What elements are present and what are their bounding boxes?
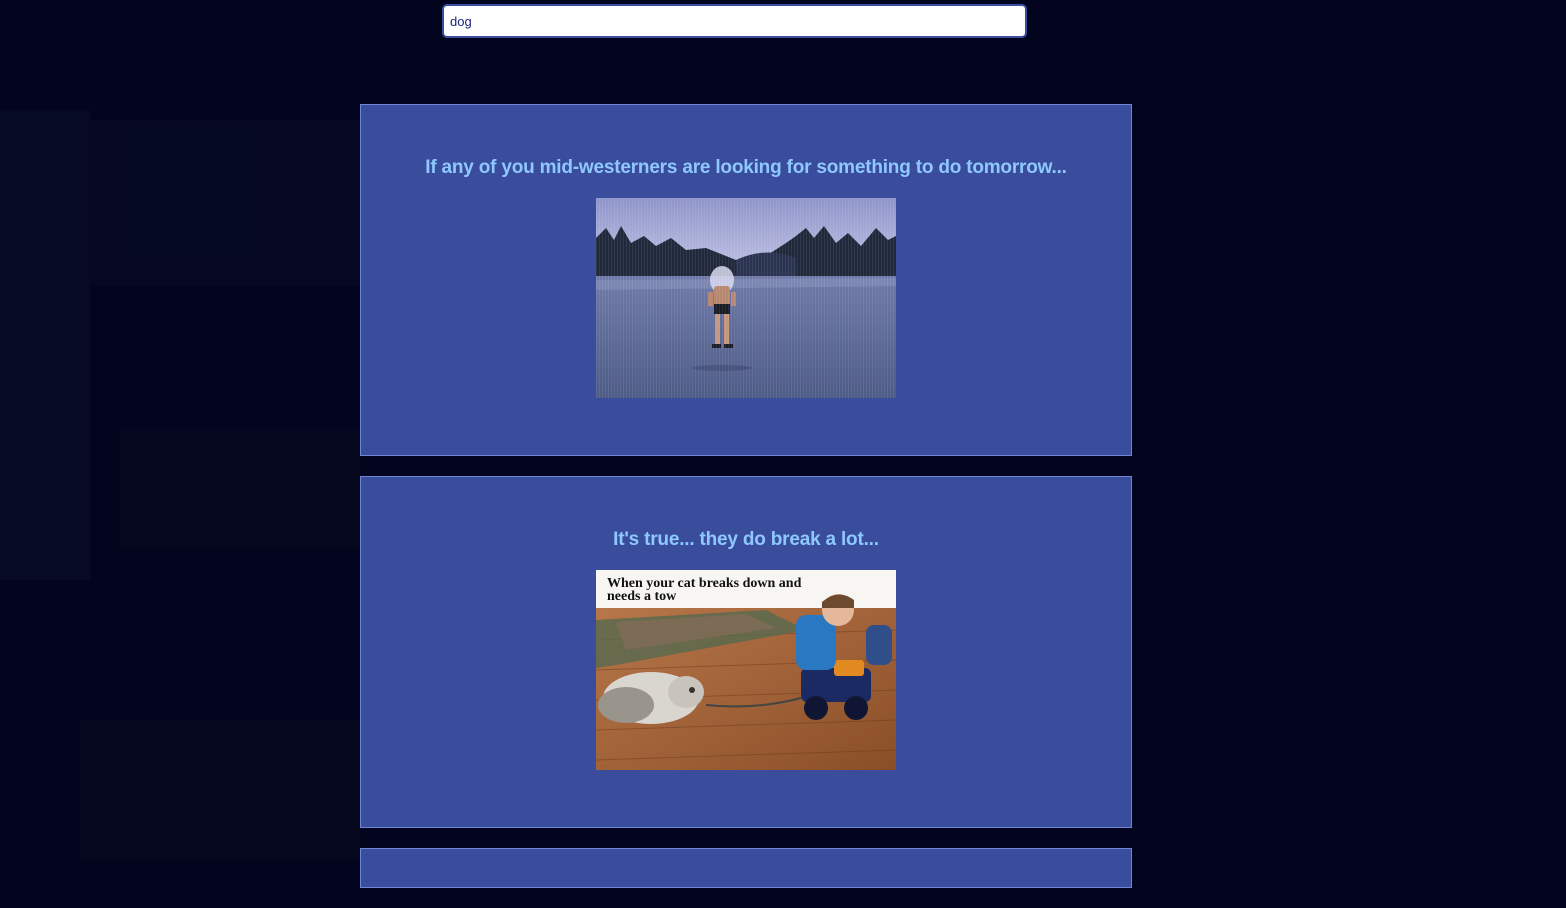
post-title[interactable]: If any of you mid-westerners are looking… xyxy=(425,157,1067,179)
background-shape xyxy=(120,430,360,550)
search-input[interactable] xyxy=(442,4,1027,38)
post-card[interactable] xyxy=(360,848,1132,888)
background-shape xyxy=(0,110,90,580)
post-feed: If any of you mid-westerners are looking… xyxy=(360,104,1132,908)
frozen-lake-skater-image xyxy=(596,198,896,398)
post-title[interactable]: It's true... they do break a lot... xyxy=(613,529,879,551)
post-card[interactable]: If any of you mid-westerners are looking… xyxy=(360,104,1132,456)
background-shape xyxy=(90,120,360,285)
search-bar xyxy=(442,4,1027,38)
post-image[interactable]: When your cat breaks down and needs a tow xyxy=(596,570,896,770)
post-image[interactable] xyxy=(596,198,896,398)
background-shape xyxy=(80,720,360,860)
cat-tow-truck-image: When your cat breaks down and needs a tow xyxy=(596,570,896,770)
post-card[interactable]: It's true... they do break a lot... When… xyxy=(360,476,1132,828)
